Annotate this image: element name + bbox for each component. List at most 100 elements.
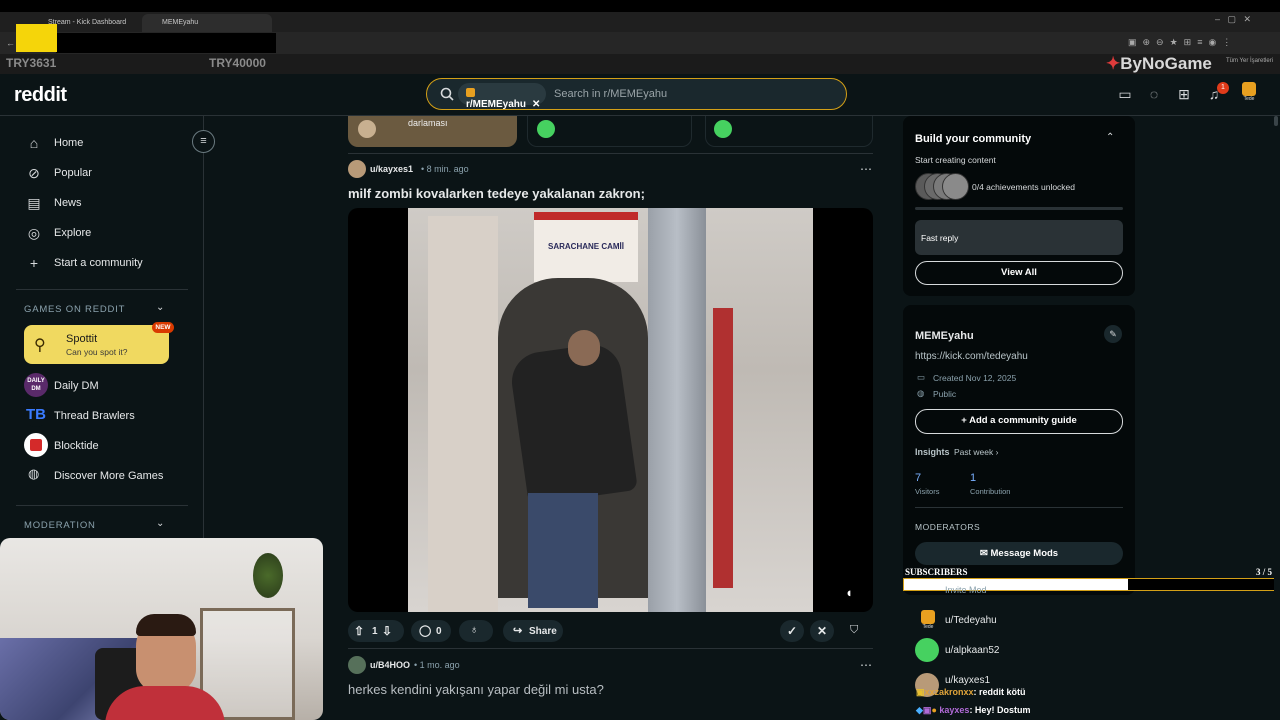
streamer-webcam — [0, 538, 323, 720]
all-bookmarks-link[interactable]: Tüm Yer İşaretleri — [1226, 58, 1273, 64]
message-mods-button[interactable]: ✉ Message Mods — [915, 542, 1123, 565]
video-wall-left — [428, 216, 498, 612]
downvote-icon[interactable]: ⇩ — [382, 624, 392, 638]
chevron-right-icon: › — [995, 447, 999, 457]
sidebar-item-home[interactable]: ⌂ Home — [26, 133, 196, 159]
chat-username: kayxes — [939, 705, 970, 715]
view-all-button[interactable]: View All — [915, 261, 1123, 285]
subscribers-progress-fill — [904, 579, 1129, 590]
post-more-icon[interactable]: ⋯ — [860, 162, 872, 176]
mod-avatar-tedeyahu[interactable]: Tede — [917, 610, 939, 632]
sidebar-item-explore[interactable]: ◎ Explore — [26, 223, 196, 249]
post-title[interactable]: milf zombi kovalarken tedeye yakalanan z… — [348, 186, 645, 201]
contribution-value: 1 — [970, 472, 977, 484]
watermark-text: ByNoGame — [1120, 54, 1212, 73]
plus-icon: + — [29, 255, 39, 271]
back-icon[interactable]: ← — [6, 38, 15, 48]
feed-divider — [348, 648, 873, 649]
sidebar-item-label: Home — [54, 137, 84, 149]
video-person-right — [713, 308, 733, 588]
browser-address-bar[interactable]: ← ▣⊕⊖★⊞≡◉⋮ — [0, 32, 1280, 54]
browser-title-strip — [0, 0, 1280, 12]
game-thread-brawlers[interactable]: Thread Brawlers — [54, 410, 135, 422]
invite-mod-link[interactable]: Invite Mod — [945, 585, 987, 595]
create-post-icon[interactable]: ⊞ — [1175, 85, 1193, 103]
share-button[interactable]: ↪ Share — [503, 620, 563, 642]
chip-close-icon[interactable]: ✕ — [532, 99, 540, 110]
visitors-label: Visitors — [915, 487, 940, 496]
spottit-subtitle: Can you spot it? — [66, 347, 128, 357]
mod-avatar-alpkaan[interactable] — [915, 638, 939, 662]
prev-post-card[interactable] — [705, 116, 873, 147]
sidebar-item-label: Start a community — [54, 257, 143, 269]
volume-icon[interactable]: ◖ — [845, 585, 853, 600]
browser-tab-memeyahu[interactable]: MEMEyahu — [142, 14, 272, 32]
message-mods-label: Message Mods — [990, 548, 1059, 559]
chat-icon[interactable]: ◌ — [1145, 85, 1163, 103]
edit-pencil-icon[interactable]: ✎ — [1104, 325, 1122, 343]
community-link[interactable]: https://kick.com/tedeyahu — [915, 351, 1028, 362]
bookmark-right-text: TRY40000 — [209, 56, 266, 70]
community-mini-icon — [466, 88, 475, 97]
subscribers-count: 3 / 5 — [1256, 567, 1273, 577]
sidebar-item-popular[interactable]: ⊘ Popular — [26, 163, 196, 189]
mod-name[interactable]: u/kayxes1 — [945, 675, 990, 686]
post-author[interactable]: u/B4HOO — [370, 660, 410, 670]
mod-shield-icon[interactable]: ⛉ — [850, 624, 858, 637]
tab-title: MEMEyahu — [162, 19, 199, 26]
game-blocktide[interactable]: Blocktide — [54, 440, 99, 452]
insights-period-dropdown[interactable]: Past week › — [954, 447, 998, 457]
chevron-down-icon[interactable]: ⌄ — [156, 518, 164, 529]
fast-reply-item[interactable]: Fast reply — [915, 220, 1123, 255]
remove-icon[interactable]: ✕ — [810, 620, 834, 642]
video-person-head — [568, 330, 600, 366]
post-author[interactable]: u/kayxes1 — [370, 164, 413, 174]
community-name: MEMEyahu — [915, 330, 974, 342]
sidebar-divider — [16, 505, 188, 506]
award-button[interactable]: ♁ — [459, 620, 493, 642]
prev-post-thumbnail[interactable]: darlaması — [348, 116, 517, 147]
mod-name[interactable]: u/alpkaan52 — [945, 645, 1000, 656]
window-controls[interactable]: – ▢ ✕ — [1215, 14, 1251, 25]
daily-dm-icon: DAILY DM — [24, 373, 48, 397]
webcam-plant — [253, 553, 283, 598]
post-author-avatar[interactable] — [348, 160, 366, 178]
redacted-url-bar — [56, 33, 276, 53]
games-section-header[interactable]: GAMES ON REDDIT — [24, 304, 125, 315]
advertise-icon[interactable]: ▭ — [1116, 85, 1134, 103]
add-community-guide-button[interactable]: + Add a community guide — [915, 409, 1123, 434]
sidebar-item-news[interactable]: ▤ News — [26, 193, 196, 219]
sidebar-item-start-community[interactable]: + Start a community — [26, 253, 196, 279]
search-community-chip[interactable]: r/MEMEyahu ✕ — [458, 83, 546, 110]
share-icon: ↪ — [513, 625, 523, 637]
chevron-up-icon[interactable]: ⌃ — [1106, 132, 1114, 143]
snoo-avatar-icon — [714, 120, 732, 138]
post-title[interactable]: herkes kendini yakışanı yapar değil mi u… — [348, 682, 604, 697]
fast-reply-label: Fast reply — [921, 233, 959, 243]
approve-icon[interactable]: ✓ — [780, 620, 804, 642]
discover-more-games[interactable]: Discover More Games — [54, 470, 163, 482]
spottit-game-card[interactable]: ⚲ Spottit Can you spot it? — [24, 325, 169, 364]
reddit-logo[interactable]: reddit — [14, 84, 67, 107]
moderation-section-header[interactable]: MODERATION — [24, 520, 96, 531]
comments-button[interactable]: ◯ 0 — [411, 620, 451, 642]
post-video-player[interactable]: SARACHANE CAMİİ ◖ — [348, 208, 873, 612]
post-author-avatar[interactable] — [348, 656, 366, 674]
post-more-icon[interactable]: ⋯ — [860, 658, 872, 672]
game-daily-dm[interactable]: Daily DM — [54, 380, 99, 392]
upvote-icon[interactable]: ⇧ — [354, 624, 364, 638]
user-avatar[interactable]: Tede — [1238, 82, 1260, 106]
mod-name[interactable]: u/Tedeyahu — [945, 615, 997, 626]
chip-label: r/MEMEyahu — [466, 99, 527, 110]
popular-icon: ⊘ — [28, 165, 40, 181]
contribution-label: Contribution — [970, 487, 1011, 496]
build-community-title: Build your community — [915, 133, 1032, 145]
prev-post-card[interactable] — [527, 116, 692, 147]
search-icon — [440, 87, 454, 101]
watermark-flame-icon: ✦ — [1106, 54, 1121, 73]
chevron-down-icon[interactable]: ⌄ — [156, 302, 164, 313]
scrollbar[interactable] — [1274, 116, 1280, 720]
vote-pill: ⇧ 1 ⇩ — [348, 620, 404, 642]
browser-toolbar-icons[interactable]: ▣⊕⊖★⊞≡◉⋮ — [1128, 37, 1237, 48]
gamepad-icon: ◍ — [28, 466, 40, 481]
